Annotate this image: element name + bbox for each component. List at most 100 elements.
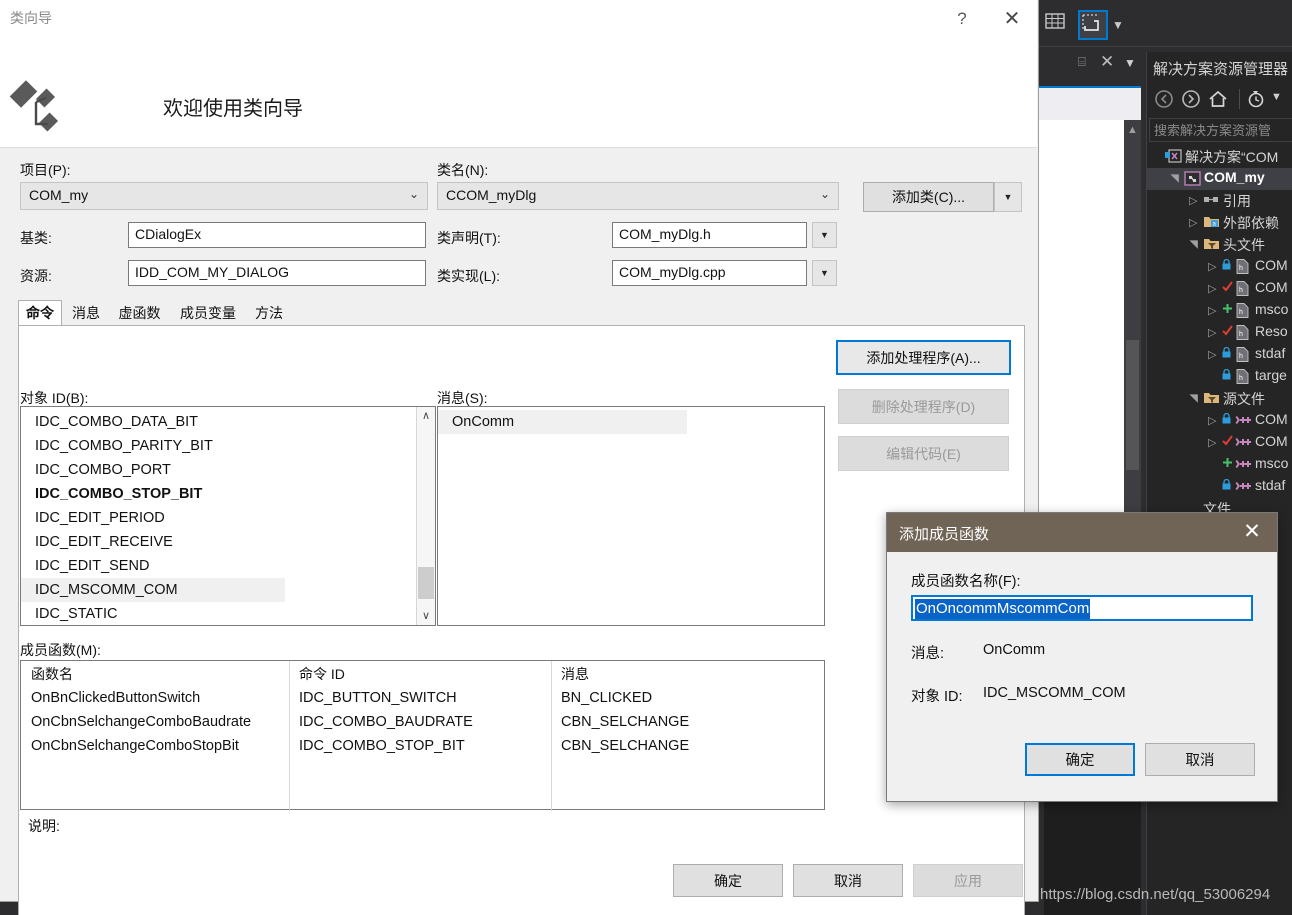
class-wizard-title: 类向导 bbox=[10, 8, 52, 28]
chevron-down-icon[interactable]: ▼ bbox=[1112, 18, 1124, 32]
add-member-ok-button[interactable]: 确定 bbox=[1025, 743, 1135, 776]
table-row[interactable]: OnBnClickedButtonSwitchIDC_BUTTON_SWITCH… bbox=[21, 687, 824, 711]
close-icon[interactable]: ✕ bbox=[1235, 517, 1269, 547]
base-class-label: 基类: bbox=[20, 228, 52, 248]
chevron-right-icon[interactable]: ▷ bbox=[1189, 194, 1197, 207]
cancel-button[interactable]: 取消 bbox=[793, 864, 903, 897]
tree-item[interactable]: msco bbox=[1147, 454, 1292, 476]
home-icon[interactable] bbox=[1207, 88, 1229, 115]
object-ids-listbox[interactable]: IDC_COMBO_DATA_BITIDC_COMBO_PARITY_BITID… bbox=[20, 406, 436, 626]
chevron-down-icon[interactable]: ▼ bbox=[1124, 56, 1136, 70]
tab-0[interactable]: 命令 bbox=[18, 300, 62, 326]
add-member-function-dialog: 添加成员函数 ✕ 成员函数名称(F): OnOncommMscommCom 消息… bbox=[886, 512, 1278, 802]
member-function-name-input[interactable]: OnOncommMscommCom bbox=[911, 595, 1253, 621]
tab-1[interactable]: 消息 bbox=[64, 300, 108, 326]
pin-icon[interactable]: ⌸ bbox=[1078, 54, 1086, 70]
list-item[interactable]: IDC_COMBO_DATA_BIT bbox=[21, 410, 435, 434]
tab-3[interactable]: 成员变量 bbox=[171, 300, 245, 326]
chevron-right-icon[interactable]: ▷ bbox=[1208, 260, 1216, 273]
project-combo[interactable]: COM_my ⌄ bbox=[20, 182, 428, 210]
resource-input[interactable]: IDD_COM_MY_DIALOG bbox=[128, 260, 426, 286]
messages-listbox[interactable]: OnComm bbox=[437, 406, 825, 626]
tree-item[interactable]: ◢ 头文件 bbox=[1147, 234, 1292, 256]
table-cell: IDC_COMBO_STOP_BIT bbox=[299, 738, 465, 754]
chevron-down-icon[interactable]: ◢ bbox=[1187, 240, 1200, 248]
chevron-right-icon[interactable]: ▷ bbox=[1208, 304, 1216, 317]
add-handler-button[interactable]: 添加处理程序(A)... bbox=[836, 340, 1011, 375]
tree-item-label: 头文件 bbox=[1223, 235, 1265, 255]
help-icon[interactable]: ? bbox=[940, 6, 984, 32]
close-icon[interactable]: ✕ bbox=[1100, 52, 1114, 72]
add-class-button[interactable]: 添加类(C)... bbox=[863, 182, 994, 212]
list-item[interactable]: OnComm bbox=[438, 410, 687, 434]
tab-2[interactable]: 虚函数 bbox=[110, 300, 169, 326]
forward-arrow-icon[interactable] bbox=[1180, 88, 1202, 115]
cpp-file-icon bbox=[1235, 413, 1252, 430]
list-item[interactable]: IDC_COMBO_STOP_BIT bbox=[21, 482, 435, 506]
list-item[interactable]: IDC_COMBO_PARITY_BIT bbox=[21, 434, 435, 458]
chevron-down-icon[interactable]: ◢ bbox=[1168, 174, 1181, 182]
chevron-right-icon[interactable]: ▷ bbox=[1208, 348, 1216, 361]
object-ids-scrollbar[interactable]: ∧ ∨ bbox=[416, 407, 435, 625]
tree-item[interactable]: ▷hmsco bbox=[1147, 300, 1292, 322]
chevron-down-icon[interactable]: ▼ bbox=[1271, 91, 1282, 103]
close-icon[interactable]: ✕ bbox=[990, 6, 1034, 32]
chevron-right-icon[interactable]: ▷ bbox=[1208, 436, 1216, 449]
list-item[interactable]: IDC_EDIT_PERIOD bbox=[21, 506, 435, 530]
chevron-right-icon[interactable]: ▷ bbox=[1208, 282, 1216, 295]
class-wizard-dialog: 类向导 ? ✕ 欢迎使用类向导 项目(P): bbox=[0, 0, 1039, 902]
back-arrow-icon[interactable] bbox=[1153, 88, 1175, 115]
tree-item[interactable]: ▷hReso bbox=[1147, 322, 1292, 344]
list-item[interactable]: IDC_STATIC bbox=[21, 602, 435, 626]
add-member-cancel-button[interactable]: 取消 bbox=[1145, 743, 1255, 776]
solution-icon bbox=[1165, 149, 1182, 167]
solution-explorer-search-input[interactable]: 搜索解决方案资源管 bbox=[1149, 118, 1292, 142]
chevron-right-icon[interactable]: ▷ bbox=[1208, 326, 1216, 339]
tab-4[interactable]: 方法 bbox=[247, 300, 291, 326]
scroll-up-icon[interactable]: ∧ bbox=[417, 407, 435, 425]
tree-item[interactable]: ◢COM_my bbox=[1147, 168, 1292, 190]
add-class-dropdown-button[interactable]: ▼ bbox=[994, 182, 1022, 212]
class-implementation-dropdown-button[interactable]: ▼ bbox=[812, 260, 837, 286]
chevron-right-icon[interactable]: ▷ bbox=[1189, 216, 1197, 229]
class-declaration-value: COM_myDlg.h bbox=[619, 226, 711, 242]
member-functions-table[interactable]: 函数名命令 ID消息 OnBnClickedButtonSwitchIDC_BU… bbox=[20, 660, 825, 810]
list-item[interactable]: IDC_MSCOMM_COM bbox=[21, 578, 285, 602]
table-icon[interactable] bbox=[1044, 10, 1070, 36]
tree-item[interactable]: stdaf bbox=[1147, 476, 1292, 498]
base-class-input[interactable]: CDialogEx bbox=[128, 222, 426, 248]
editor-scrollbar[interactable]: ▲ bbox=[1124, 120, 1141, 520]
chevron-down-icon[interactable]: ◢ bbox=[1187, 394, 1200, 402]
ok-button[interactable]: 确定 bbox=[673, 864, 783, 897]
class-name-combo[interactable]: CCOM_myDlg ⌄ bbox=[437, 182, 839, 210]
message-label: 消息: bbox=[911, 642, 944, 663]
class-declaration-input[interactable]: COM_myDlg.h bbox=[612, 222, 807, 248]
tree-item[interactable]: ▷hstdaf bbox=[1147, 344, 1292, 366]
class-implementation-input[interactable]: COM_myDlg.cpp bbox=[612, 260, 807, 286]
tree-item[interactable]: ▷引用 bbox=[1147, 190, 1292, 212]
tree-item[interactable]: ▷COM bbox=[1147, 432, 1292, 454]
scroll-down-icon[interactable]: ∨ bbox=[417, 607, 435, 625]
tree-item[interactable]: ▷a外部依赖 bbox=[1147, 212, 1292, 234]
list-item[interactable]: IDC_EDIT_SEND bbox=[21, 554, 435, 578]
table-row[interactable]: OnCbnSelchangeComboStopBitIDC_COMBO_STOP… bbox=[21, 735, 824, 759]
table-row[interactable]: OnCbnSelchangeComboBaudrateIDC_COMBO_BAU… bbox=[21, 711, 824, 735]
tree-item[interactable]: ◢源文件 bbox=[1147, 388, 1292, 410]
chevron-right-icon[interactable]: ▷ bbox=[1208, 414, 1216, 427]
references-icon bbox=[1203, 193, 1220, 209]
editor-code-area[interactable] bbox=[1036, 120, 1124, 520]
tree-item[interactable]: ▷COM bbox=[1147, 410, 1292, 432]
list-item[interactable]: IDC_EDIT_RECEIVE bbox=[21, 530, 435, 554]
scroll-up-icon[interactable]: ▲ bbox=[1127, 124, 1138, 136]
tree-item[interactable]: ▷hCOM bbox=[1147, 278, 1292, 300]
scrollbar-thumb[interactable] bbox=[418, 567, 434, 599]
list-item[interactable]: IDC_COMBO_PORT bbox=[21, 458, 435, 482]
tree-item[interactable]: htarge bbox=[1147, 366, 1292, 388]
tree-item[interactable]: 解决方案“COM bbox=[1147, 146, 1292, 168]
scrollbar-thumb[interactable] bbox=[1126, 340, 1139, 470]
select-region-icon[interactable] bbox=[1078, 10, 1108, 40]
tree-item-label: 解决方案“COM bbox=[1185, 147, 1278, 167]
tree-item[interactable]: ▷hCOM bbox=[1147, 256, 1292, 278]
pending-changes-icon[interactable] bbox=[1245, 88, 1267, 115]
class-declaration-dropdown-button[interactable]: ▼ bbox=[812, 222, 837, 248]
